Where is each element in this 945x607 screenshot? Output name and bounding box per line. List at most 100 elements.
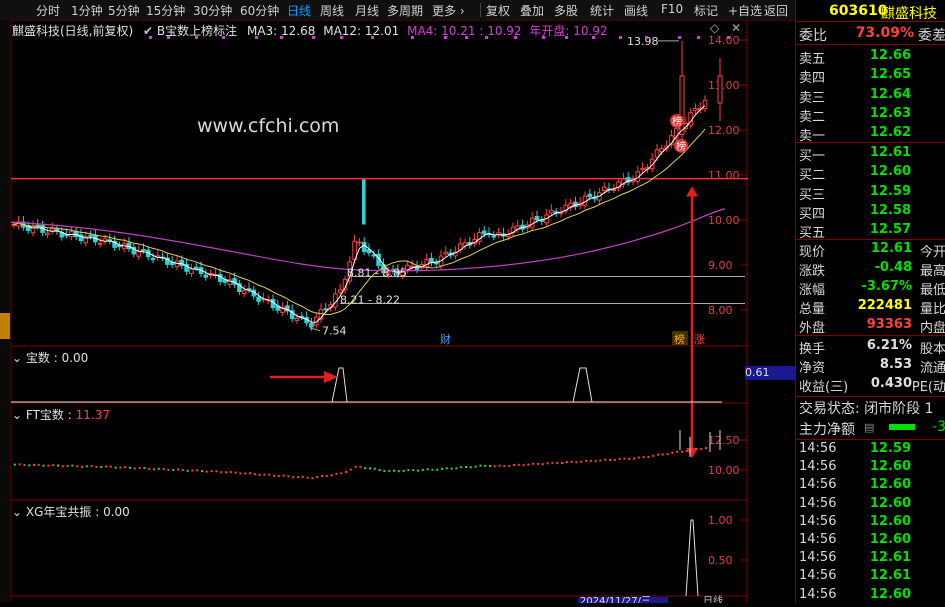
ma4-line [9, 208, 726, 272]
period-tab-10[interactable]: 更多 › [432, 2, 465, 19]
buy-row-0-value: 12.61 [869, 145, 911, 160]
stat-row-4-label: 外盘 [799, 321, 826, 336]
ft-dot-14 [81, 465, 83, 468]
ft-dot-47 [239, 472, 242, 475]
diamond-icon[interactable]: ◇ [710, 21, 719, 35]
candle-body-62 [309, 322, 314, 328]
candle-body-86 [424, 259, 429, 268]
range2-label: 8.21 - 8.22 [340, 294, 400, 307]
buy-row-3: 买四 12.58 [796, 203, 945, 222]
buy-row-1-label: 买二 [799, 168, 826, 184]
ft-dot-103 [508, 464, 511, 467]
sell-row-4-value: 12.62 [869, 125, 911, 141]
period-tab-9[interactable]: 多周期 [387, 2, 423, 19]
ft-dot-6 [42, 464, 45, 467]
ft-dot-87 [431, 468, 434, 471]
ft-dot-16 [90, 465, 93, 468]
period-tab-5[interactable]: 60分钟 [240, 2, 279, 19]
ft-dot-37 [191, 469, 194, 472]
sell-row-3-value: 12.63 [869, 105, 911, 121]
ft-dot-52 [263, 473, 266, 476]
panel-toggle-icon[interactable]: ⌄ [12, 351, 22, 365]
ft-dot-141 [690, 448, 693, 451]
toolbar-action-4[interactable]: 画线 [624, 2, 648, 19]
stat-row-3-value: 222481 [857, 298, 912, 313]
ft-dot-40 [205, 470, 208, 473]
period-tab-1[interactable]: 1分钟 [71, 2, 103, 19]
ft-dot-126 [618, 457, 621, 460]
ft-dot-61 [306, 476, 309, 479]
weicha-label: 委差 [918, 28, 945, 44]
price-tick-label-0: 14.00 [708, 34, 740, 47]
toolbar-action-0[interactable]: 复权 [486, 2, 510, 19]
period-tab-3[interactable]: 15分钟 [146, 2, 185, 19]
sell-row-1: 卖四 12.65 [796, 67, 945, 87]
period-tab-2[interactable]: 5分钟 [108, 2, 140, 19]
toolbar-action-8[interactable]: 返回 [764, 2, 788, 19]
ft-dot-49 [249, 472, 251, 475]
collapse-handle[interactable] [0, 313, 10, 339]
ft-dot-72 [359, 465, 362, 468]
ft-dot-92 [455, 467, 458, 470]
candle-body-98 [481, 230, 487, 235]
indicator-name[interactable]: B宝数上榜标注 [157, 24, 237, 38]
ft-tick-label-0: 12.50 [708, 434, 740, 447]
toolbar-action-5[interactable]: F10 [661, 2, 683, 16]
toolbar-action-2[interactable]: 多股 [554, 2, 578, 19]
top-dot-19 [678, 36, 681, 39]
ft-dot-128 [628, 457, 631, 460]
sell-row-1-label: 卖四 [799, 71, 826, 87]
ft-dot-65 [325, 474, 328, 477]
weibi-value: 73.09% [855, 25, 914, 41]
ft-dot-96 [474, 465, 477, 468]
toolbar-action-7[interactable]: +自选 [728, 2, 762, 19]
toolbar-action-3[interactable]: 统计 [590, 2, 614, 19]
low-label: 7.54 [322, 325, 347, 338]
stock-name: 麒盛科技 [881, 6, 937, 22]
toolbar-action-6[interactable]: 标记 [694, 2, 718, 19]
toolbar-action-1[interactable]: 叠加 [520, 2, 544, 19]
sell-row-2: 卖三 12.64 [796, 87, 945, 106]
list-icon[interactable]: ▤ [864, 421, 874, 434]
ft-dot-118 [580, 460, 583, 463]
ft-dot-109 [537, 462, 539, 465]
period-tab-4[interactable]: 30分钟 [193, 2, 232, 19]
ft-dot-110 [541, 463, 544, 466]
ft-dot-86 [426, 468, 429, 471]
period-tab-6[interactable]: 日线 [287, 2, 311, 19]
panel-controls[interactable]: ◇ ✕ [710, 21, 741, 35]
ft-dot-106 [522, 464, 525, 467]
stat-row-4: 外盘 93363 内盘 [796, 317, 945, 336]
stat2-row-2-label: 收益(三) [799, 380, 849, 395]
left-strip [0, 20, 11, 603]
ft-dot-57 [287, 475, 290, 478]
period-tab-7[interactable]: 周线 [320, 2, 344, 19]
ft-dot-74 [369, 467, 371, 470]
ft-dot-76 [378, 469, 381, 472]
quote-header: 603610 麒盛科技 [796, 3, 945, 22]
candle-body-16 [88, 234, 93, 237]
ft-dot-95 [469, 466, 472, 469]
ft-dot-84 [417, 469, 419, 472]
ft-dot-78 [388, 469, 391, 472]
tick-row-8-value: 12.60 [869, 586, 911, 602]
price-tick-label-1: 13.00 [708, 79, 740, 92]
price-tick-label-2: 12.00 [708, 124, 740, 137]
stat-row-0: 现价 12.61 今开 [796, 241, 945, 260]
period-tab-0[interactable]: 分时 [36, 2, 60, 19]
price-tick-label-6: 8.00 [708, 304, 733, 317]
ft-dot-112 [551, 461, 554, 464]
period-tab-8[interactable]: 月线 [355, 2, 379, 19]
indicator-icon[interactable]: ✔ [143, 24, 153, 38]
candle-body-131 [640, 167, 645, 171]
top-dot-20 [697, 36, 700, 39]
panel-toggle-icon[interactable]: ⌄ [12, 505, 22, 519]
panel-toggle-icon[interactable]: ⌄ [12, 408, 22, 422]
close-icon[interactable]: ✕ [731, 21, 741, 35]
ft-dot-30 [157, 467, 160, 470]
tick-row-8: 14:56 12.60 [796, 587, 945, 605]
tick-row-2-label: 14:56 [799, 477, 837, 493]
ft-dot-11 [66, 464, 69, 467]
ft-tick-label-1: 10.00 [708, 464, 740, 477]
candle-body-37 [189, 268, 194, 274]
